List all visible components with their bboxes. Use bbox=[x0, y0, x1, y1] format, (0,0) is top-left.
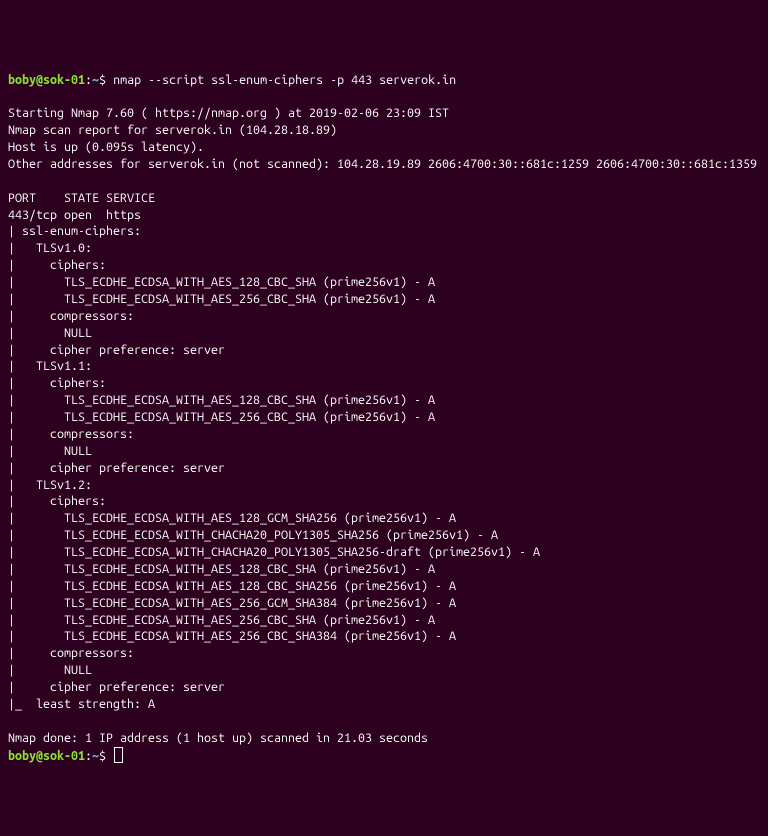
other-addresses: Other addresses for serverok.in (not sca… bbox=[8, 157, 757, 171]
script-output: | TLS_ECDHE_ECDSA_WITH_AES_128_GCM_SHA25… bbox=[8, 511, 456, 525]
script-output: | TLS_ECDHE_ECDSA_WITH_AES_256_CBC_SHA (… bbox=[8, 410, 435, 424]
script-output: | TLS_ECDHE_ECDSA_WITH_CHACHA20_POLY1305… bbox=[8, 528, 498, 542]
script-output: | compressors: bbox=[8, 309, 141, 323]
script-output: | TLSv1.2: bbox=[8, 478, 99, 492]
script-output: | cipher preference: server bbox=[8, 680, 225, 694]
prompt-path: ~ bbox=[92, 749, 99, 763]
blank-line bbox=[8, 89, 15, 103]
script-output: | ciphers: bbox=[8, 258, 113, 272]
script-output: | TLS_ECDHE_ECDSA_WITH_AES_256_CBC_SHA (… bbox=[8, 613, 435, 627]
nmap-start: Starting Nmap 7.60 ( https://nmap.org ) … bbox=[8, 106, 449, 120]
script-output: | cipher preference: server bbox=[8, 343, 225, 357]
script-output: | TLSv1.0: bbox=[8, 241, 99, 255]
script-output: | TLS_ECDHE_ECDSA_WITH_AES_256_GCM_SHA38… bbox=[8, 596, 456, 610]
script-output: | TLS_ECDHE_ECDSA_WITH_AES_128_CBC_SHA (… bbox=[8, 275, 435, 289]
script-output: | ssl-enum-ciphers: bbox=[8, 224, 148, 238]
cursor-icon bbox=[114, 747, 123, 763]
prompt-userhost: boby@sok-01 bbox=[8, 749, 85, 763]
prompt-colon: : bbox=[85, 73, 92, 87]
scan-report: Nmap scan report for serverok.in (104.28… bbox=[8, 123, 337, 137]
script-output: | ciphers: bbox=[8, 494, 113, 508]
blank-line bbox=[8, 174, 15, 188]
nmap-done: Nmap done: 1 IP address (1 host up) scan… bbox=[8, 731, 428, 745]
script-output: | TLS_ECDHE_ECDSA_WITH_CHACHA20_POLY1305… bbox=[8, 545, 540, 559]
host-up: Host is up (0.095s latency). bbox=[8, 140, 204, 154]
script-output: | NULL bbox=[8, 663, 92, 677]
script-output: | TLS_ECDHE_ECDSA_WITH_AES_256_CBC_SHA (… bbox=[8, 292, 435, 306]
prompt-colon: : bbox=[85, 749, 92, 763]
script-output: | TLS_ECDHE_ECDSA_WITH_AES_128_CBC_SHA (… bbox=[8, 562, 435, 576]
script-output: | cipher preference: server bbox=[8, 461, 225, 475]
command-text[interactable]: nmap --script ssl-enum-ciphers -p 443 se… bbox=[113, 73, 456, 87]
script-output: |_ least strength: A bbox=[8, 697, 155, 711]
prompt-dollar: $ bbox=[99, 749, 113, 763]
blank-line bbox=[8, 714, 15, 728]
prompt-dollar: $ bbox=[99, 73, 113, 87]
script-output: | compressors: bbox=[8, 427, 141, 441]
script-output: | TLS_ECDHE_ECDSA_WITH_AES_256_CBC_SHA38… bbox=[8, 629, 456, 643]
script-output: | TLS_ECDHE_ECDSA_WITH_AES_128_CBC_SHA (… bbox=[8, 393, 435, 407]
prompt-userhost: boby@sok-01 bbox=[8, 73, 85, 87]
script-output: | TLSv1.1: bbox=[8, 359, 99, 373]
prompt-line-2[interactable]: boby@sok-01:~$ bbox=[8, 749, 123, 763]
prompt-line-1: boby@sok-01:~$ nmap --script ssl-enum-ci… bbox=[8, 73, 456, 87]
script-output: | NULL bbox=[8, 326, 92, 340]
prompt-path: ~ bbox=[92, 73, 99, 87]
script-output: | ciphers: bbox=[8, 376, 113, 390]
script-output: | NULL bbox=[8, 444, 92, 458]
port-header: PORT STATE SERVICE bbox=[8, 191, 155, 205]
port-line: 443/tcp open https bbox=[8, 208, 141, 222]
script-output: | compressors: bbox=[8, 646, 141, 660]
script-output: | TLS_ECDHE_ECDSA_WITH_AES_128_CBC_SHA25… bbox=[8, 579, 456, 593]
